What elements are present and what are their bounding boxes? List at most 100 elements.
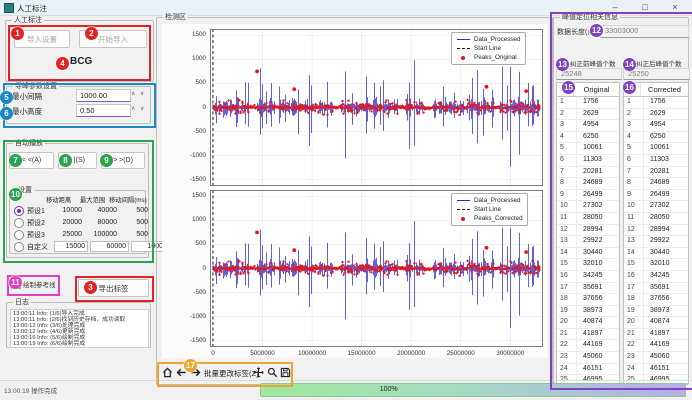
radio-custom[interactable]	[14, 242, 24, 252]
table-row[interactable]: 1430440	[557, 248, 619, 260]
table-row[interactable]: 510061	[624, 143, 688, 155]
table-row[interactable]: 1837656	[624, 294, 688, 306]
save-icon[interactable]	[279, 366, 292, 379]
batch-change-label-button[interactable]: 批量更改标签(Z)	[204, 368, 259, 379]
min-height-spin-down-icon[interactable]: ∨	[140, 103, 144, 115]
table-row[interactable]: 1938973	[557, 306, 619, 318]
table-row[interactable]: 611303	[624, 155, 688, 167]
table-row[interactable]: 1837656	[557, 294, 619, 306]
row-index: 13	[624, 236, 644, 247]
annotation-marker-7: 7	[9, 154, 22, 167]
min-height-input[interactable]: 0.50	[76, 104, 131, 117]
row-index: 1	[624, 97, 644, 108]
corrected-header-label[interactable]: Corrected	[641, 83, 688, 96]
min-interval-spin-down-icon[interactable]: ∨	[140, 88, 144, 100]
row-index: 19	[624, 306, 644, 317]
legend-label: Start Line	[474, 205, 501, 214]
col-range-header: 最大范围	[80, 195, 105, 204]
statusbar-divider	[0, 380, 692, 381]
table-row[interactable]: 720281	[557, 167, 619, 179]
table-row[interactable]: 1532010	[557, 259, 619, 271]
col-interval-header: 移动间隔(ms)	[109, 195, 147, 204]
table-row[interactable]: 1228994	[557, 225, 619, 237]
legend-line-swatch	[457, 200, 470, 201]
table-row[interactable]: 22629	[624, 109, 688, 121]
table-row[interactable]: 2345060	[624, 352, 688, 364]
peak-value: 26499	[577, 190, 619, 201]
table-row[interactable]: 46250	[624, 132, 688, 144]
peak-value: 37656	[577, 294, 619, 305]
legend-label: Data_Processed	[474, 196, 521, 205]
table-row[interactable]: 611303	[557, 155, 619, 167]
table-row[interactable]: 1735691	[624, 283, 688, 295]
preset3-interval: 500	[117, 231, 148, 238]
col-distance-header: 移动距离	[46, 195, 71, 204]
table-row[interactable]: 34954	[624, 120, 688, 132]
min-interval-input[interactable]: 1000.00	[76, 89, 131, 102]
row-index: 13	[557, 236, 577, 247]
y-tick-label: 500	[180, 240, 206, 247]
table-row[interactable]: 2244169	[557, 340, 619, 352]
peak-value: 34245	[644, 271, 688, 282]
annotation-marker-12: 12	[590, 24, 603, 37]
table-row[interactable]: 2141897	[557, 329, 619, 341]
home-icon[interactable]	[161, 366, 174, 379]
custom-distance-input[interactable]: 15000	[54, 241, 88, 252]
table-row[interactable]: 1430440	[624, 248, 688, 260]
table-row[interactable]: 1329922	[624, 236, 688, 248]
status-message: 13:00:19 操作完成	[4, 385, 57, 395]
table-row[interactable]: 926499	[624, 190, 688, 202]
zoom-icon[interactable]	[266, 366, 279, 379]
y-tick-label: 0	[180, 104, 206, 111]
annotation-marker-4: 4	[56, 57, 69, 70]
legend-line-swatch	[457, 48, 470, 49]
table-row[interactable]: 1532010	[624, 259, 688, 271]
row-index: 16	[624, 271, 644, 282]
peak-value: 28050	[577, 213, 619, 224]
table-row[interactable]: 1735691	[557, 283, 619, 295]
annotation-marker-9: 9	[100, 154, 113, 167]
table-row[interactable]: 1027302	[624, 201, 688, 213]
table-row[interactable]: 1329922	[557, 236, 619, 248]
table-row[interactable]: 1634245	[624, 271, 688, 283]
table-row[interactable]: 11756	[624, 97, 688, 109]
table-row[interactable]: 1027302	[557, 201, 619, 213]
original-header-label[interactable]: Original	[574, 83, 619, 96]
radio-preset3[interactable]	[14, 230, 24, 240]
table-row[interactable]: 34954	[557, 120, 619, 132]
table-row[interactable]: 926499	[557, 190, 619, 202]
table-row[interactable]: 2345060	[557, 352, 619, 364]
table-row[interactable]: 22629	[557, 109, 619, 121]
table-row[interactable]: 824689	[557, 178, 619, 190]
table-row[interactable]: 2141897	[624, 329, 688, 341]
table-row[interactable]: 510061	[557, 143, 619, 155]
table-row[interactable]: 824689	[624, 178, 688, 190]
table-row[interactable]: 2446151	[557, 364, 619, 376]
custom-range-input[interactable]: 60000	[90, 241, 129, 252]
pan-icon[interactable]	[252, 366, 265, 379]
min-height-spin-up-icon[interactable]: ∧	[131, 103, 135, 115]
annotation-marker-5: 5	[0, 91, 13, 104]
table-row[interactable]: 2040874	[624, 317, 688, 329]
table-row[interactable]: 1128050	[557, 213, 619, 225]
log-textarea[interactable]: 13:00:11 Info: (1/6)导入完成 13:00:11 Info: …	[10, 309, 149, 348]
table-row[interactable]: 720281	[624, 167, 688, 179]
close-button[interactable]: ×	[662, 0, 688, 15]
min-interval-label: 最小间隔	[12, 91, 42, 102]
table-row[interactable]: 1938973	[624, 306, 688, 318]
radio-preset2[interactable]	[14, 218, 24, 228]
table-row[interactable]: 46250	[557, 132, 619, 144]
table-row[interactable]: 2244169	[624, 340, 688, 352]
progress-bar: 100%	[260, 383, 686, 397]
table-row[interactable]: 2446151	[624, 364, 688, 376]
table-row[interactable]: 2040874	[557, 317, 619, 329]
table-row[interactable]: 11756	[557, 97, 619, 109]
peak-value: 28994	[577, 225, 619, 236]
table-row[interactable]: 1228994	[624, 225, 688, 237]
table-row[interactable]: 1128050	[624, 213, 688, 225]
row-index: 5	[624, 143, 644, 154]
table-row[interactable]: 1634245	[557, 271, 619, 283]
radio-preset1[interactable]	[14, 206, 24, 216]
min-interval-spin-up-icon[interactable]: ∧	[131, 88, 135, 100]
maximize-button[interactable]: □	[632, 0, 658, 15]
